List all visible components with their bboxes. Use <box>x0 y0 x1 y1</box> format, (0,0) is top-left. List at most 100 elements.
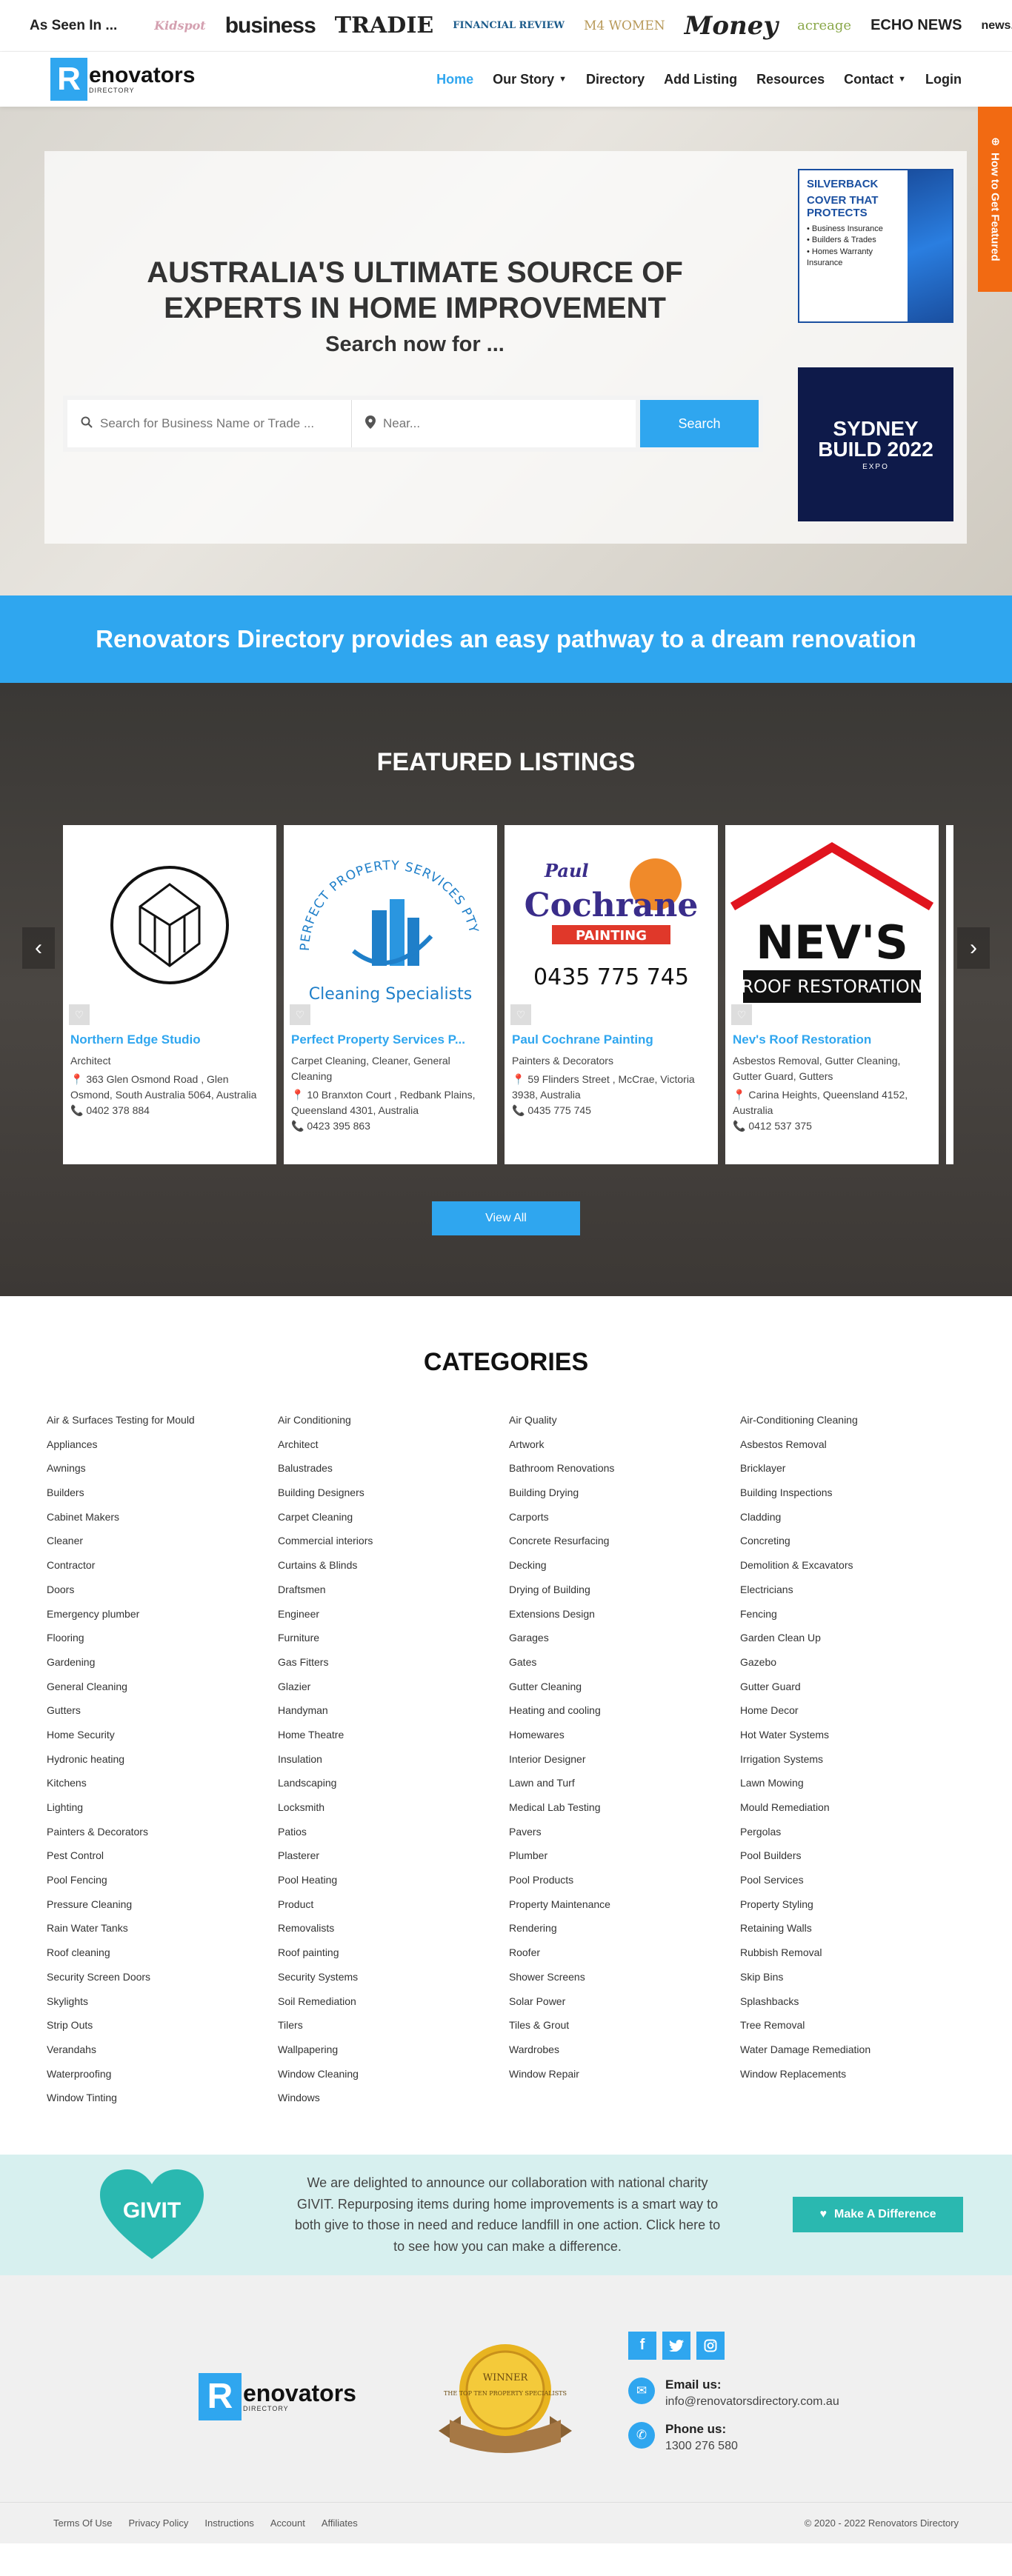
category-link[interactable]: Tiles & Grout <box>509 2013 740 2038</box>
category-link[interactable]: Insulation <box>278 1747 509 1772</box>
category-link[interactable]: Roofer <box>509 1941 740 1965</box>
category-link[interactable]: Awnings <box>47 1456 278 1481</box>
category-link[interactable]: Soil Remediation <box>278 1989 509 2014</box>
footer-link-privacy[interactable]: Privacy Policy <box>128 2517 188 2529</box>
category-link[interactable]: Demolition & Excavators <box>740 1553 971 1578</box>
category-link[interactable]: Tree Removal <box>740 2013 971 2038</box>
listing-phone[interactable]: 📞 0423 395 863 <box>291 1120 490 1132</box>
category-link[interactable]: Lighting <box>47 1795 278 1820</box>
category-link[interactable]: Pool Products <box>509 1868 740 1892</box>
category-link[interactable]: Gutters <box>47 1698 278 1723</box>
category-link[interactable]: Contractor <box>47 1553 278 1578</box>
category-link[interactable]: Pool Services <box>740 1868 971 1892</box>
category-link[interactable]: Bricklayer <box>740 1456 971 1481</box>
twitter-icon[interactable] <box>662 2331 690 2360</box>
favorite-heart-icon[interactable]: ♡ <box>510 1004 531 1025</box>
favorite-heart-icon[interactable]: ♡ <box>69 1004 90 1025</box>
carousel-next-button[interactable]: › <box>957 927 990 969</box>
category-link[interactable]: Garden Clean Up <box>740 1626 971 1650</box>
view-all-button[interactable]: View All <box>432 1201 580 1235</box>
category-link[interactable]: Window Replacements <box>740 2062 971 2086</box>
category-link[interactable]: Garages <box>509 1626 740 1650</box>
phone-link[interactable]: 1300 276 580 <box>665 2440 738 2453</box>
category-link[interactable]: Retaining Walls <box>740 1916 971 1941</box>
silverback-insurance-ad[interactable]: SILVERBACK COVER THAT PROTECTS • Busines… <box>798 169 953 323</box>
category-link[interactable]: Rubbish Removal <box>740 1941 971 1965</box>
category-link[interactable]: Curtains & Blinds <box>278 1553 509 1578</box>
category-link[interactable]: Engineer <box>278 1602 509 1626</box>
sydney-build-expo-ad[interactable]: SYDNEY BUILD 2022 EXPO <box>798 367 953 521</box>
category-link[interactable]: Carports <box>509 1505 740 1529</box>
listing-phone[interactable]: 📞 0412 537 375 <box>733 1120 931 1132</box>
category-link[interactable]: Plumber <box>509 1843 740 1868</box>
category-link[interactable]: Irrigation Systems <box>740 1747 971 1772</box>
category-link[interactable]: Hot Water Systems <box>740 1723 971 1747</box>
category-link[interactable]: Drying of Building <box>509 1578 740 1602</box>
carousel-prev-button[interactable]: ‹ <box>22 927 55 969</box>
nav-add-listing[interactable]: Add Listing <box>664 72 737 87</box>
listing-phone[interactable]: 📞 0402 378 884 <box>70 1104 269 1117</box>
category-link[interactable]: Security Screen Doors <box>47 1965 278 1989</box>
category-link[interactable]: Fencing <box>740 1602 971 1626</box>
footer-link-terms[interactable]: Terms Of Use <box>53 2517 112 2529</box>
footer-link-instructions[interactable]: Instructions <box>204 2517 253 2529</box>
brand-logo[interactable]: R enovators DIRECTORY <box>50 58 195 101</box>
category-link[interactable]: Air Conditioning <box>278 1408 509 1432</box>
category-link[interactable]: Concreting <box>740 1529 971 1553</box>
category-link[interactable]: Heating and cooling <box>509 1698 740 1723</box>
category-link[interactable]: Gazebo <box>740 1650 971 1675</box>
category-link[interactable]: Water Damage Remediation <box>740 2038 971 2062</box>
category-link[interactable]: Balustrades <box>278 1456 509 1481</box>
instagram-icon[interactable] <box>696 2331 725 2360</box>
category-link[interactable]: Skip Bins <box>740 1965 971 1989</box>
category-link[interactable]: Interior Designer <box>509 1747 740 1772</box>
category-link[interactable]: Rendering <box>509 1916 740 1941</box>
category-link[interactable]: Strip Outs <box>47 2013 278 2038</box>
category-link[interactable]: Security Systems <box>278 1965 509 1989</box>
category-link[interactable]: Waterproofing <box>47 2062 278 2086</box>
category-link[interactable]: Air-Conditioning Cleaning <box>740 1408 971 1432</box>
category-link[interactable]: Artwork <box>509 1432 740 1457</box>
listing-name[interactable]: Nev's Roof Restoration <box>733 1032 931 1047</box>
category-link[interactable]: Handyman <box>278 1698 509 1723</box>
category-link[interactable]: Wardrobes <box>509 2038 740 2062</box>
category-link[interactable]: Window Cleaning <box>278 2062 509 2086</box>
category-link[interactable]: Verandahs <box>47 2038 278 2062</box>
category-link[interactable]: Home Theatre <box>278 1723 509 1747</box>
category-link[interactable]: Commercial interiors <box>278 1529 509 1553</box>
category-link[interactable]: Hydronic heating <box>47 1747 278 1772</box>
nav-home[interactable]: Home <box>436 72 473 87</box>
category-link[interactable]: Draftsmen <box>278 1578 509 1602</box>
search-business-input[interactable] <box>100 416 351 431</box>
category-link[interactable]: Homewares <box>509 1723 740 1747</box>
category-link[interactable]: Air Quality <box>509 1408 740 1432</box>
category-link[interactable]: Property Styling <box>740 1892 971 1917</box>
category-link[interactable]: Solar Power <box>509 1989 740 2014</box>
category-link[interactable]: Locksmith <box>278 1795 509 1820</box>
category-link[interactable]: Roof painting <box>278 1941 509 1965</box>
category-link[interactable]: Building Drying <box>509 1481 740 1505</box>
nav-resources[interactable]: Resources <box>756 72 825 87</box>
category-link[interactable]: Bathroom Renovations <box>509 1456 740 1481</box>
category-link[interactable]: Cabinet Makers <box>47 1505 278 1529</box>
category-link[interactable]: Landscaping <box>278 1771 509 1795</box>
listing-card[interactable]: PERFECT PROPERTY SERVICES PTY Cleaning S… <box>284 825 497 1164</box>
category-link[interactable]: Wallpapering <box>278 2038 509 2062</box>
category-link[interactable]: Pressure Cleaning <box>47 1892 278 1917</box>
nav-login[interactable]: Login <box>925 72 962 87</box>
listing-name[interactable]: Perfect Property Services P... <box>291 1032 490 1047</box>
category-link[interactable]: Painters & Decorators <box>47 1820 278 1844</box>
listing-phone[interactable]: 📞 0435 775 745 <box>512 1104 710 1117</box>
listing-name[interactable]: Paul Cochrane Painting <box>512 1032 710 1047</box>
category-link[interactable]: Doors <box>47 1578 278 1602</box>
category-link[interactable]: Patios <box>278 1820 509 1844</box>
search-button[interactable]: Search <box>640 400 759 447</box>
category-link[interactable]: Building Inspections <box>740 1481 971 1505</box>
category-link[interactable]: Window Tinting <box>47 2086 278 2110</box>
favorite-heart-icon[interactable]: ♡ <box>290 1004 310 1025</box>
givit-logo[interactable]: GIVIT <box>96 2166 207 2263</box>
footer-brand-logo[interactable]: R enovators DIRECTORY <box>199 2372 356 2420</box>
category-link[interactable]: Splashbacks <box>740 1989 971 2014</box>
category-link[interactable]: Roof cleaning <box>47 1941 278 1965</box>
listing-name[interactable]: Northern Edge Studio <box>70 1032 269 1047</box>
